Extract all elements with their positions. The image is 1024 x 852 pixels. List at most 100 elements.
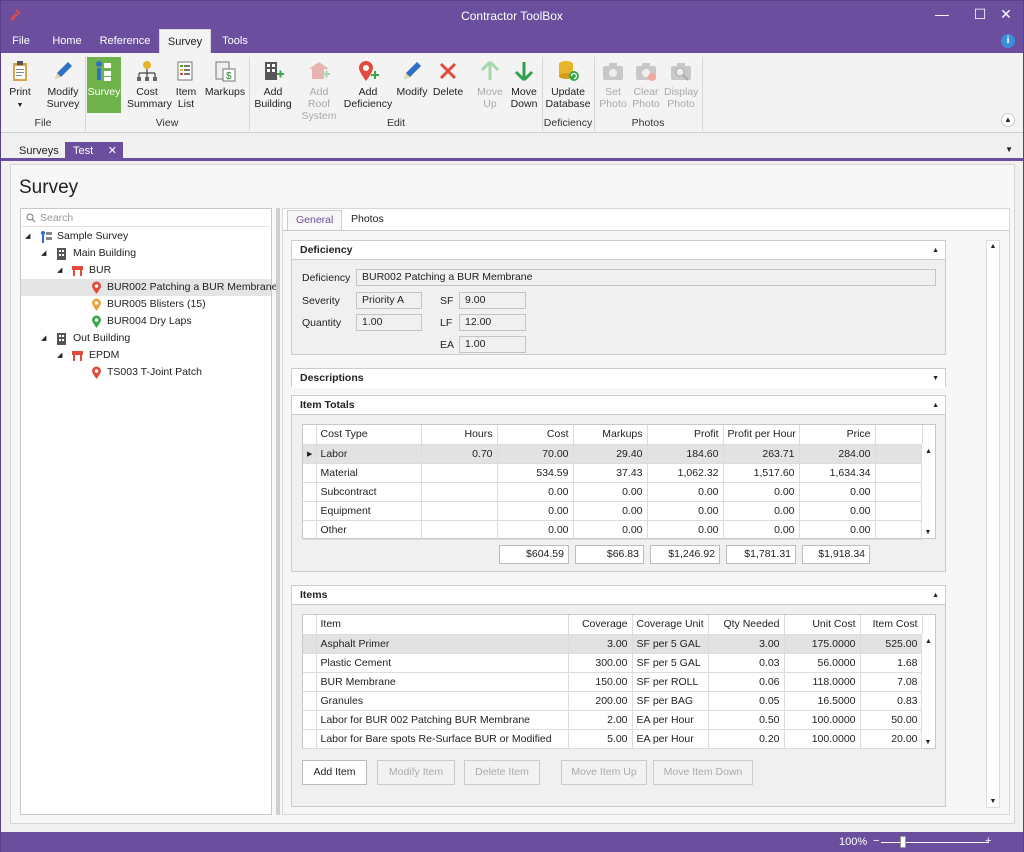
panel-scrollbar[interactable]: ▲ ▼ [986, 240, 1000, 808]
column-header[interactable]: Unit Cost [784, 615, 861, 635]
column-header[interactable]: Coverage Unit [632, 615, 709, 635]
table-row[interactable]: Plastic Cement 300.00 SF per 5 GAL 0.03 … [303, 653, 923, 673]
zoom-in-icon[interactable]: + [985, 835, 991, 847]
minimize-icon[interactable]: — [925, 3, 959, 25]
search-input[interactable]: Search [22, 210, 270, 227]
display-photo-button[interactable]: Display Photo [663, 57, 699, 113]
column-header[interactable]: Profit per Hour [723, 425, 800, 445]
table-row[interactable]: BUR Membrane 150.00 SF per ROLL 0.06 118… [303, 672, 923, 692]
panel-splitter[interactable] [276, 208, 280, 815]
modify-survey-button[interactable]: Modify Survey [43, 57, 83, 113]
add-roof-system-button[interactable]: Add Roof System [297, 57, 341, 122]
tree-node-deficiency[interactable]: TS003 T-Joint Patch [21, 364, 271, 381]
move-up-button[interactable]: Move Up [473, 57, 507, 113]
markups-button[interactable]: $ Markups [203, 57, 247, 113]
scroll-up-icon[interactable]: ▲ [987, 243, 999, 250]
move-down-button[interactable]: Move Down [507, 57, 541, 113]
modify-button[interactable]: Modify [395, 57, 429, 113]
column-header[interactable]: Profit [647, 425, 724, 445]
delete-item-button[interactable]: Delete Item [464, 760, 540, 785]
delete-button[interactable]: Delete [431, 57, 465, 113]
update-database-button[interactable]: Update Database [545, 57, 591, 113]
menu-survey[interactable]: Survey [159, 29, 211, 53]
group-header[interactable]: Item Totals ▲ [292, 396, 945, 415]
group-header[interactable]: Descriptions ▼ [292, 369, 945, 388]
set-photo-button[interactable]: Set Photo [597, 57, 629, 113]
tree-node-building[interactable]: ◢ Main Building [21, 245, 271, 262]
column-header[interactable]: Item [316, 615, 569, 635]
info-icon[interactable]: i [1001, 34, 1015, 48]
table-row[interactable]: Granules 200.00 SF per BAG 0.05 16.5000 … [303, 691, 923, 711]
sf-field[interactable]: 9.00 [459, 292, 526, 309]
expand-icon[interactable]: ◢ [41, 330, 46, 347]
scroll-down-icon[interactable]: ▼ [987, 798, 999, 805]
chevron-up-icon[interactable]: ▲ [932, 586, 939, 605]
tree-node-building[interactable]: ◢ Out Building [21, 330, 271, 347]
grid-scrollbar[interactable]: ▲ ▼ [921, 634, 935, 748]
modify-item-button[interactable]: Modify Item [377, 760, 455, 785]
column-header[interactable]: Price [799, 425, 876, 445]
chevron-down-icon[interactable]: ▼ [932, 369, 939, 388]
tree-node-roof[interactable]: ◢ EPDM [21, 347, 271, 364]
tab-general[interactable]: General [287, 210, 343, 231]
column-header[interactable]: Coverage [568, 615, 633, 635]
expand-icon[interactable]: ◢ [41, 245, 46, 262]
zoom-slider[interactable] [881, 842, 989, 843]
add-item-button[interactable]: Add Item [302, 760, 367, 785]
group-header[interactable]: Deficiency ▲ [292, 241, 945, 260]
chevron-down-icon[interactable]: ▼ [1005, 145, 1013, 154]
tree-node-deficiency[interactable]: BUR005 Blisters (15) [21, 296, 271, 313]
column-header[interactable]: Markups [573, 425, 648, 445]
zoom-slider-thumb[interactable] [900, 836, 906, 848]
survey-view-button[interactable]: Survey [87, 57, 121, 113]
zoom-out-icon[interactable]: − [873, 835, 879, 847]
tree-node-deficiency[interactable]: BUR004 Dry Laps [21, 313, 271, 330]
print-button[interactable]: Print ▼ [5, 57, 35, 113]
cost-summary-button[interactable]: Cost Summary [125, 57, 172, 113]
collapse-ribbon-icon[interactable]: ▲ [1001, 113, 1015, 127]
expand-icon[interactable]: ◢ [57, 347, 62, 364]
grid-scrollbar[interactable]: ▲ ▼ [921, 444, 935, 538]
close-tab-icon[interactable]: ✕ [108, 142, 117, 161]
menu-home[interactable]: Home [45, 29, 89, 53]
scroll-up-icon[interactable]: ▲ [922, 638, 935, 645]
menu-tools[interactable]: Tools [215, 29, 255, 53]
table-row[interactable]: Equipment 0.00 0.00 0.00 0.00 0.00 [303, 501, 923, 521]
column-header[interactable]: Cost Type [316, 425, 422, 445]
column-header[interactable]: Cost [497, 425, 574, 445]
column-header[interactable]: Hours [421, 425, 498, 445]
table-row[interactable]: Subcontract 0.00 0.00 0.00 0.00 0.00 [303, 482, 923, 502]
table-row[interactable]: Asphalt Primer 3.00 SF per 5 GAL 3.00 17… [303, 634, 923, 654]
move-item-down-button[interactable]: Move Item Down [653, 760, 753, 785]
quantity-field[interactable]: 1.00 [356, 314, 422, 331]
tree-node-roof[interactable]: ◢ BUR [21, 262, 271, 279]
close-icon[interactable]: ✕ [989, 3, 1023, 25]
menu-reference[interactable]: Reference [93, 29, 157, 53]
group-header[interactable]: Items ▲ [292, 586, 945, 605]
scroll-down-icon[interactable]: ▼ [922, 739, 934, 746]
column-header[interactable]: Qty Needed [708, 615, 785, 635]
scroll-down-icon[interactable]: ▼ [922, 529, 934, 536]
table-row[interactable]: Material 534.59 37.43 1,062.32 1,517.60 … [303, 463, 923, 483]
tab-test[interactable]: Test ✕ [65, 142, 123, 161]
tree-node-survey[interactable]: ◢ Sample Survey [21, 228, 271, 245]
table-row[interactable]: Labor for BUR 002 Patching BUR Membrane … [303, 710, 923, 730]
column-header[interactable]: Item Cost [860, 615, 923, 635]
table-row[interactable]: ▶ Labor 0.70 70.00 29.40 184.60 263.71 2… [303, 444, 923, 464]
tab-surveys[interactable]: Surveys [11, 142, 67, 161]
table-row[interactable]: Labor for Bare spots Re-Surface BUR or M… [303, 729, 923, 749]
add-building-button[interactable]: Add Building [253, 57, 293, 113]
lf-field[interactable]: 12.00 [459, 314, 526, 331]
add-deficiency-button[interactable]: Add Deficiency [343, 57, 393, 113]
scroll-up-icon[interactable]: ▲ [922, 448, 935, 455]
ea-field[interactable]: 1.00 [459, 336, 526, 353]
chevron-up-icon[interactable]: ▲ [932, 396, 939, 415]
expand-icon[interactable]: ◢ [25, 228, 30, 245]
table-row[interactable]: Other 0.00 0.00 0.00 0.00 0.00 [303, 520, 923, 540]
clear-photo-button[interactable]: Clear Photo [630, 57, 662, 113]
expand-icon[interactable]: ◢ [57, 262, 62, 279]
move-item-up-button[interactable]: Move Item Up [561, 760, 647, 785]
menu-file[interactable]: File [5, 29, 37, 53]
deficiency-field[interactable]: BUR002 Patching a BUR Membrane [356, 269, 936, 286]
chevron-up-icon[interactable]: ▲ [932, 241, 939, 260]
